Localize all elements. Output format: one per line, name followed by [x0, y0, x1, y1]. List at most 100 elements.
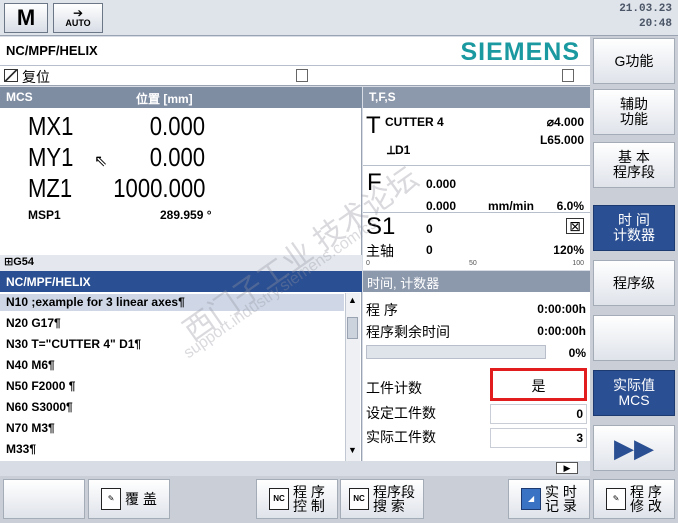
- vertical-softkey-bar: G功能 辅助 功能 基 本 程序段 时 间 计数器 程序级 实际值 MCS ▶▶: [590, 36, 678, 476]
- nc-icon: NC: [269, 488, 290, 510]
- softkey-label-group: 程序段 搜 索: [373, 485, 415, 513]
- position-panel: MCS 位置 [mm] MX1 0.000 MY1 ⇖ 0.000 MZ1 10…: [0, 87, 362, 271]
- program-time-label: 程 序: [366, 302, 398, 318]
- program-line[interactable]: M33¶: [6, 442, 36, 459]
- program-progress-bar: [366, 345, 546, 359]
- machine-mode-button[interactable]: M: [4, 3, 48, 33]
- feed-letter: F: [367, 169, 382, 196]
- channel-status-bar: 复位: [0, 66, 590, 86]
- spindle-override: 120%: [553, 243, 584, 257]
- tool-diameter: ⌀4.000: [546, 115, 584, 129]
- remaining-time-label: 程序剩余时间: [366, 324, 450, 340]
- softkey-label: 覆 盖: [125, 491, 157, 507]
- work-offset-bar: ⊞G54: [0, 255, 362, 271]
- workpiece-count-field[interactable]: 是: [490, 368, 587, 401]
- axis-name-z: MZ1: [28, 173, 73, 203]
- feed-override: 6.0%: [556, 199, 584, 213]
- program-panel-header: NC/MPF/HELIX: [0, 271, 362, 292]
- date-text: 21.03.23: [619, 3, 672, 15]
- axis-value-z: 1000.000: [112, 173, 205, 203]
- softkey-aux-functions[interactable]: 辅助 功能: [593, 89, 675, 135]
- workpiece-count-label: 工件计数: [366, 380, 422, 396]
- time-text: 20:48: [638, 18, 672, 30]
- program-line[interactable]: N50 F2000 ¶: [6, 379, 75, 396]
- softkey-empty[interactable]: [593, 315, 675, 361]
- tool-length: L65.000: [539, 133, 584, 147]
- date-time: 21.03.23 20:48: [619, 2, 672, 32]
- edit-icon: ✎: [606, 488, 627, 510]
- softkey-next[interactable]: ▶▶: [593, 425, 675, 471]
- spindle-label: 主轴: [366, 243, 394, 259]
- softkey-program-control[interactable]: NC 程 序 控 制: [256, 479, 338, 519]
- softkey-g-functions[interactable]: G功能: [593, 38, 675, 84]
- spindle-axis-value: 289.959 °: [160, 208, 212, 222]
- program-line[interactable]: N20 G17¶: [6, 316, 61, 333]
- softkey-label-group: 程 序 控 制: [293, 485, 325, 513]
- timer-panel-header: 时间, 计数器: [363, 271, 590, 292]
- scale-start: 0: [366, 260, 370, 267]
- program-panel-title: NC/MPF/HELIX: [6, 275, 91, 289]
- status-indicator-box: [296, 69, 308, 82]
- tool-name: CUTTER 4: [385, 115, 444, 129]
- actual-count-field[interactable]: 3: [490, 428, 587, 448]
- scroll-down-icon[interactable]: ▼: [347, 445, 358, 457]
- nc-search-icon: NC: [349, 488, 369, 510]
- softkey-label: 辅助 功能: [620, 96, 648, 127]
- softkey-label: 实 时: [545, 484, 577, 500]
- softkey-label: G功能: [614, 52, 654, 69]
- softkey-label: 基 本 程序段: [613, 149, 655, 180]
- softkey-label: 程序段: [373, 484, 415, 500]
- program-line[interactable]: N30 T="CUTTER 4" D1¶: [6, 337, 141, 354]
- softkey-basic-blocks[interactable]: 基 本 程序段: [593, 142, 675, 188]
- softkey-block-search[interactable]: NC 程序段 搜 索: [340, 479, 424, 519]
- spindle-letter: S1: [366, 213, 396, 240]
- softkey-actual-values-mcs[interactable]: 实际值 MCS: [593, 370, 675, 416]
- tool-offset-label: D1: [395, 143, 411, 157]
- softkey-realtime-record[interactable]: ◢ 实 时 记 录: [508, 479, 590, 519]
- timer-panel-title: 时间, 计数器: [367, 276, 440, 291]
- tfs-panel: T,F,S T CUTTER 4 ⌀4.000 L65.000 ⟂D1 F 0.…: [363, 87, 590, 270]
- set-count-field[interactable]: 0: [490, 404, 587, 424]
- softkey-label: 控 制: [293, 498, 325, 514]
- softkey-label: 时 间 计数器: [613, 212, 655, 243]
- scroll-right-icon[interactable]: ▶: [556, 462, 578, 474]
- program-panel: NC/MPF/HELIX N10 ;example for 3 linear a…: [0, 271, 362, 461]
- channel-status-text: 复位: [22, 69, 50, 85]
- set-count-label: 设定工件数: [366, 405, 436, 421]
- program-line[interactable]: N10 ;example for 3 linear axes¶: [6, 295, 185, 312]
- scroll-up-icon[interactable]: ▲: [347, 295, 358, 307]
- program-time-value: 0:00:00h: [537, 302, 586, 316]
- program-line[interactable]: N40 M6¶: [6, 358, 55, 375]
- softkey-program-edit[interactable]: ✎ 程 序 修 改: [593, 479, 675, 519]
- program-scrollbar[interactable]: ▲ ▼: [345, 293, 360, 461]
- arrow-right-icon: ➔: [72, 6, 84, 20]
- remaining-time-value: 0:00:00h: [537, 324, 586, 338]
- softkey-program-levels[interactable]: 程序级: [593, 260, 675, 306]
- program-line[interactable]: N60 S3000¶: [6, 400, 73, 417]
- feed-unit: mm/min: [488, 199, 535, 213]
- scroll-thumb[interactable]: [347, 317, 358, 339]
- axis-value-y: 0.000: [149, 142, 205, 172]
- machine-mode-label: M: [16, 5, 36, 30]
- work-offset-value: G54: [13, 256, 35, 268]
- softkey-overwrite[interactable]: ✎ 覆 盖: [88, 479, 170, 519]
- softkey-times-counters[interactable]: 时 间 计数器: [593, 205, 675, 251]
- scale-end: 100: [572, 260, 584, 267]
- coordinate-system-label: MCS: [6, 90, 33, 104]
- position-panel-header: MCS 位置 [mm]: [0, 87, 362, 108]
- softkey-label: 搜 索: [373, 498, 405, 514]
- spindle-axis-name: MSP1: [28, 208, 61, 222]
- auto-mode-button[interactable]: ➔ AUTO: [53, 3, 103, 33]
- top-status-bar: M ➔ AUTO 21.03.23 20:48: [0, 0, 678, 36]
- program-line[interactable]: N70 M3¶: [6, 421, 55, 438]
- siemens-logo: SIEMENS: [460, 38, 580, 66]
- double-arrow-right-icon: ▶▶: [614, 432, 654, 463]
- divider: [363, 165, 590, 166]
- softkey-bottom-empty[interactable]: [3, 479, 85, 519]
- simulation-icon: ◢: [521, 488, 542, 510]
- work-offset-icon: ⊞: [4, 256, 14, 268]
- softkey-label: 实际值 MCS: [613, 377, 655, 408]
- timer-counter-panel: 时间, 计数器 程 序 0:00:00h 程序剩余时间 0:00:00h 0% …: [363, 271, 590, 461]
- tool-letter: T: [366, 112, 381, 139]
- edit-icon: ✎: [101, 488, 122, 510]
